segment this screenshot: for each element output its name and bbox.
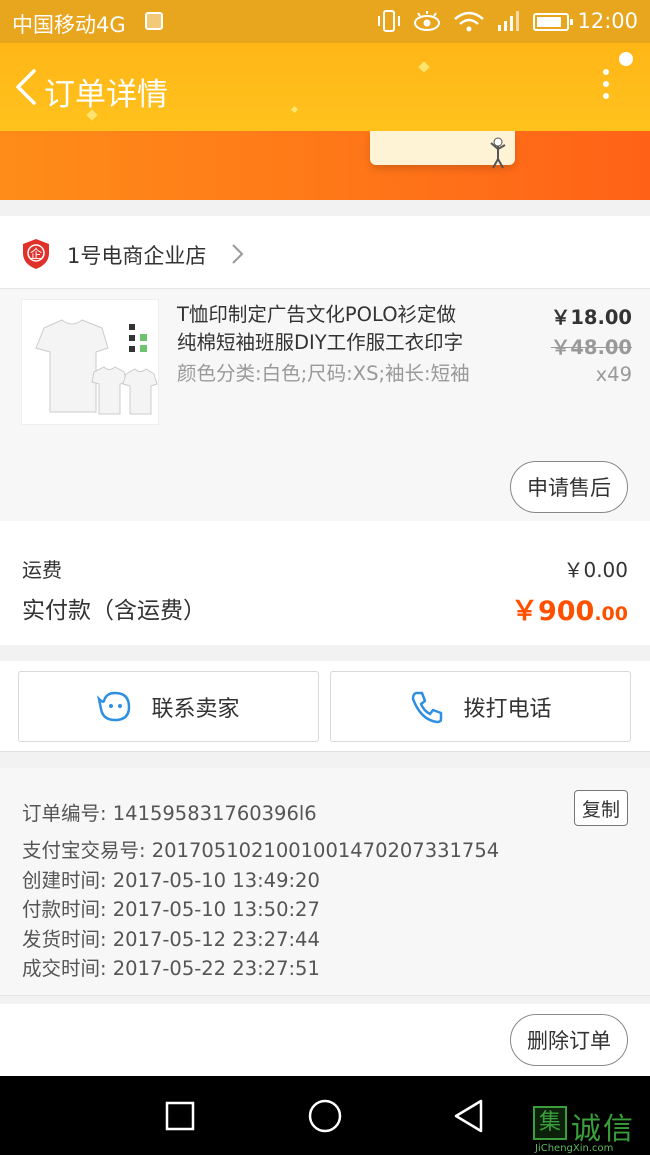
clock: 12:00 <box>577 9 638 33</box>
contact-seller-label: 联系卖家 <box>151 696 240 722</box>
product-original-price: ￥48.00 <box>550 336 632 359</box>
product-title-line1: T恤印制定广告文化POLO衫定做 <box>177 303 457 326</box>
paid-time: 付款时间: 2017-05-10 13:50:27 <box>22 898 320 921</box>
vibrate-icon <box>378 10 400 32</box>
watermark-text: 诚信 <box>571 1112 635 1147</box>
app-header: 订单详情 <box>0 43 650 131</box>
bottom-action-bar: 删除订单 <box>0 1004 650 1076</box>
shipped-time: 发货时间: 2017-05-12 23:27:44 <box>22 928 320 951</box>
call-phone-label: 拨打电话 <box>463 696 552 722</box>
more-menu-icon[interactable] <box>598 69 614 105</box>
page-title: 订单详情 <box>44 77 168 113</box>
notification-dot <box>619 52 633 66</box>
image-notification-icon <box>145 12 163 30</box>
product-item[interactable]: T恤印制定广告文化POLO衫定做 纯棉短袖班服DIY工作服工衣印字 颜色分类:白… <box>0 289 650 521</box>
back-icon[interactable] <box>451 1098 487 1134</box>
enterprise-shield-icon: 企 <box>23 239 49 269</box>
watermark-logo: 集 诚信 JiChengXin.com <box>533 1104 650 1155</box>
watermark-sub: JiChengXin.com <box>535 1143 614 1154</box>
back-arrow-icon[interactable] <box>12 67 42 107</box>
paid-value-decimal: .00 <box>594 603 628 625</box>
battery-icon <box>533 13 573 31</box>
recent-apps-icon[interactable] <box>162 1098 198 1134</box>
phone-icon <box>412 691 443 723</box>
shield-char: 企 <box>30 246 42 261</box>
tshirt-image <box>35 319 158 415</box>
delete-order-button[interactable]: 删除订单 <box>510 1014 628 1066</box>
watermark-box: 集 <box>533 1106 567 1140</box>
shipping-label: 运费 <box>22 558 62 582</box>
eye-comfort-icon <box>414 11 440 31</box>
product-quantity: x49 <box>595 363 632 386</box>
home-icon[interactable] <box>307 1098 343 1134</box>
product-thumbnail[interactable] <box>21 299 159 425</box>
product-price: ￥18.00 <box>550 306 632 329</box>
store-row[interactable]: 企 1号电商企业店 <box>0 216 650 289</box>
chevron-right-icon <box>232 244 244 264</box>
paid-value-main: ￥900 <box>510 596 595 627</box>
wifi-icon <box>454 11 484 32</box>
chat-bubble-icon <box>97 691 131 721</box>
decor-star <box>290 105 299 114</box>
person-illustration <box>490 137 506 169</box>
created-time: 创建时间: 2017-05-10 13:49:20 <box>22 869 320 892</box>
signal-icon <box>498 11 519 31</box>
fee-summary: 运费 ￥0.00 实付款（含运费） ￥900.00 <box>0 521 650 645</box>
status-bar: 中国移动4G 12:00 <box>0 0 650 43</box>
apply-after-sale-button[interactable]: 申请售后 <box>510 461 628 513</box>
paid-label: 实付款（含运费） <box>22 598 206 624</box>
carrier-label: 中国移动4G <box>12 13 126 37</box>
copy-order-number-button[interactable]: 复制 <box>574 790 628 826</box>
paid-value: ￥900.00 <box>511 589 628 628</box>
decor-star <box>418 61 430 73</box>
completed-time: 成交时间: 2017-05-22 23:27:51 <box>22 957 320 980</box>
contact-bar: 联系卖家 拨打电话 <box>0 661 650 752</box>
product-spec: 颜色分类:白色;尺码:XS;袖长:短袖 <box>177 362 470 385</box>
order-number: 订单编号: 141595831760396l6 <box>22 802 317 825</box>
store-name: 1号电商企业店 <box>67 244 207 268</box>
order-status-banner <box>0 131 650 200</box>
alipay-transaction-number: 支付宝交易号: 2017051021001001470207331754 <box>22 839 500 862</box>
contact-seller-button[interactable]: 联系卖家 <box>18 671 319 742</box>
product-title-line2: 纯棉短袖班服DIY工作服工衣印字 <box>177 331 464 354</box>
system-icons <box>376 9 520 33</box>
order-info: 订单编号: 141595831760396l6 复制 支付宝交易号: 20170… <box>0 768 650 996</box>
shipping-value: ￥0.00 <box>563 558 628 582</box>
call-phone-button[interactable]: 拨打电话 <box>330 671 631 742</box>
product-title: T恤印制定广告文化POLO衫定做 纯棉短袖班服DIY工作服工衣印字 <box>177 301 495 357</box>
